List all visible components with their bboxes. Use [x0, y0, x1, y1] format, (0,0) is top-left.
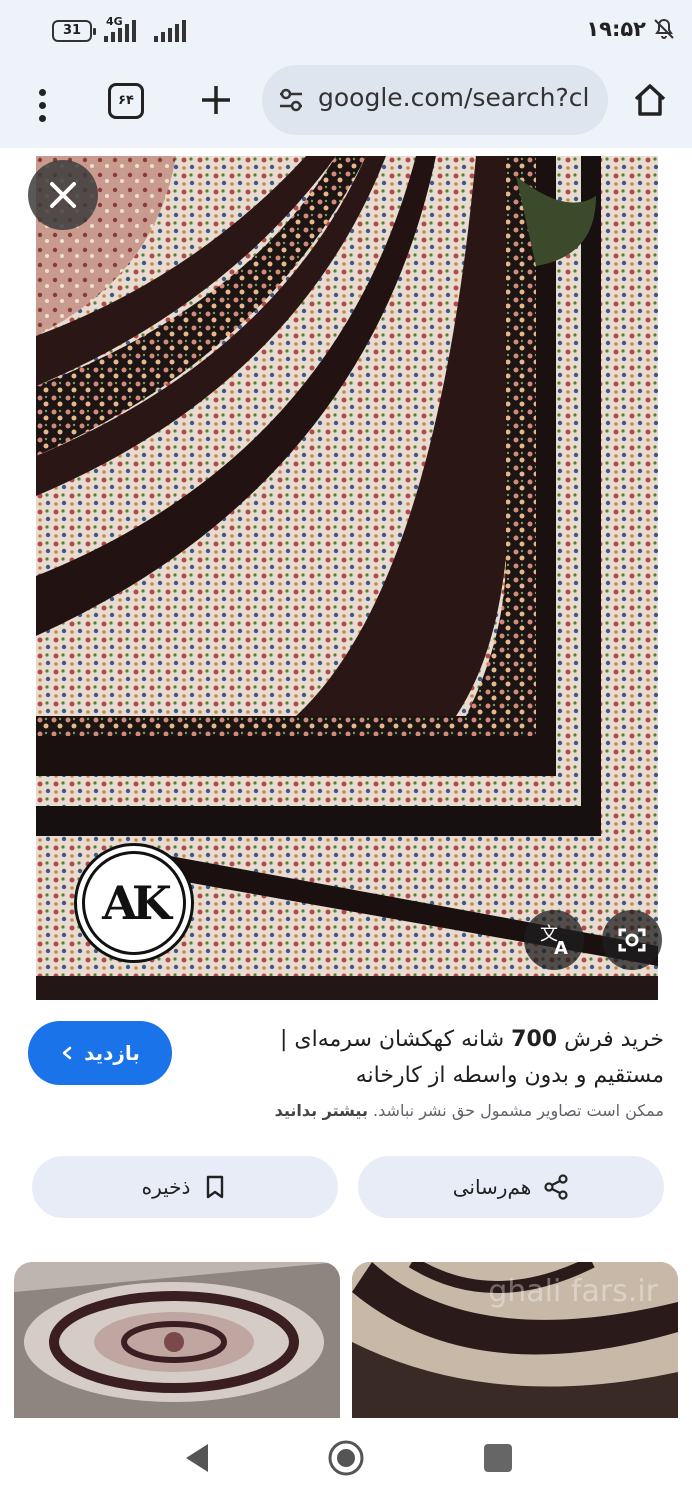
- copyright-notice: ممکن است تصاویر مشمول حق نشر نباشد. بیشت…: [24, 1101, 664, 1120]
- learn-more-link[interactable]: بیشتر بدانید: [275, 1101, 368, 1120]
- image-watermark: ghali fars.ir: [488, 1274, 658, 1309]
- related-image-thumbnail[interactable]: ghali fars.ir: [352, 1262, 678, 1418]
- share-button[interactable]: هم‌رسانی: [358, 1156, 664, 1218]
- title-prefix: خرید فرش: [557, 1027, 664, 1052]
- back-icon[interactable]: [182, 1440, 212, 1476]
- bell-off-icon: [654, 18, 674, 39]
- brand-logo: AK: [74, 843, 194, 963]
- more-menu-icon[interactable]: [24, 82, 60, 128]
- browser-toolbar: ۶۴ google.com/search?cl: [0, 62, 692, 148]
- carpet-thumbnail-image: [14, 1262, 340, 1418]
- visit-label: بازدید: [84, 1041, 140, 1065]
- signal-icon: [104, 20, 136, 42]
- save-label: ذخیره: [141, 1175, 191, 1199]
- translate-icon: 文 A: [540, 924, 568, 959]
- visit-button[interactable]: بازدید: [28, 1021, 172, 1085]
- lens-icon: [618, 928, 646, 952]
- recents-icon[interactable]: [484, 1444, 512, 1472]
- related-image-thumbnail[interactable]: [14, 1262, 340, 1418]
- site-settings-icon[interactable]: [276, 85, 306, 115]
- home-nav-icon[interactable]: [326, 1438, 366, 1478]
- notice-text: ممکن است تصاویر مشمول حق نشر نباشد.: [367, 1101, 664, 1120]
- url-text[interactable]: google.com/search?cl: [318, 83, 600, 112]
- svg-text:A: A: [554, 938, 568, 959]
- home-icon[interactable]: [630, 80, 670, 120]
- bookmark-icon: [207, 1175, 224, 1199]
- google-lens-button[interactable]: [602, 910, 662, 970]
- status-bar: 31 4G ۱۹:۵۲: [0, 0, 692, 62]
- title-bold-number: 700: [511, 1027, 558, 1052]
- logo-text: AK: [82, 851, 186, 955]
- translate-button[interactable]: 文 A: [524, 910, 584, 970]
- result-title[interactable]: خرید فرش 700 شانه کهکشان سرمه‌ای | مستقی…: [224, 1022, 664, 1094]
- battery-icon: 31: [52, 20, 96, 42]
- close-icon: [50, 182, 76, 208]
- clock: ۱۹:۵۲: [586, 17, 646, 41]
- save-button[interactable]: ذخیره: [32, 1156, 338, 1218]
- tab-switcher-button[interactable]: ۶۴: [108, 83, 144, 119]
- chevron-left-icon: [62, 1046, 72, 1060]
- address-bar[interactable]: google.com/search?cl: [262, 65, 608, 135]
- close-button[interactable]: [28, 160, 98, 230]
- image-preview: AK 文 A: [0, 148, 692, 1000]
- share-label: هم‌رسانی: [452, 1175, 532, 1199]
- signal-icon-2: [154, 20, 186, 42]
- new-tab-icon[interactable]: [196, 80, 236, 120]
- share-icon: [544, 1174, 568, 1200]
- system-nav-bar: [0, 1418, 692, 1500]
